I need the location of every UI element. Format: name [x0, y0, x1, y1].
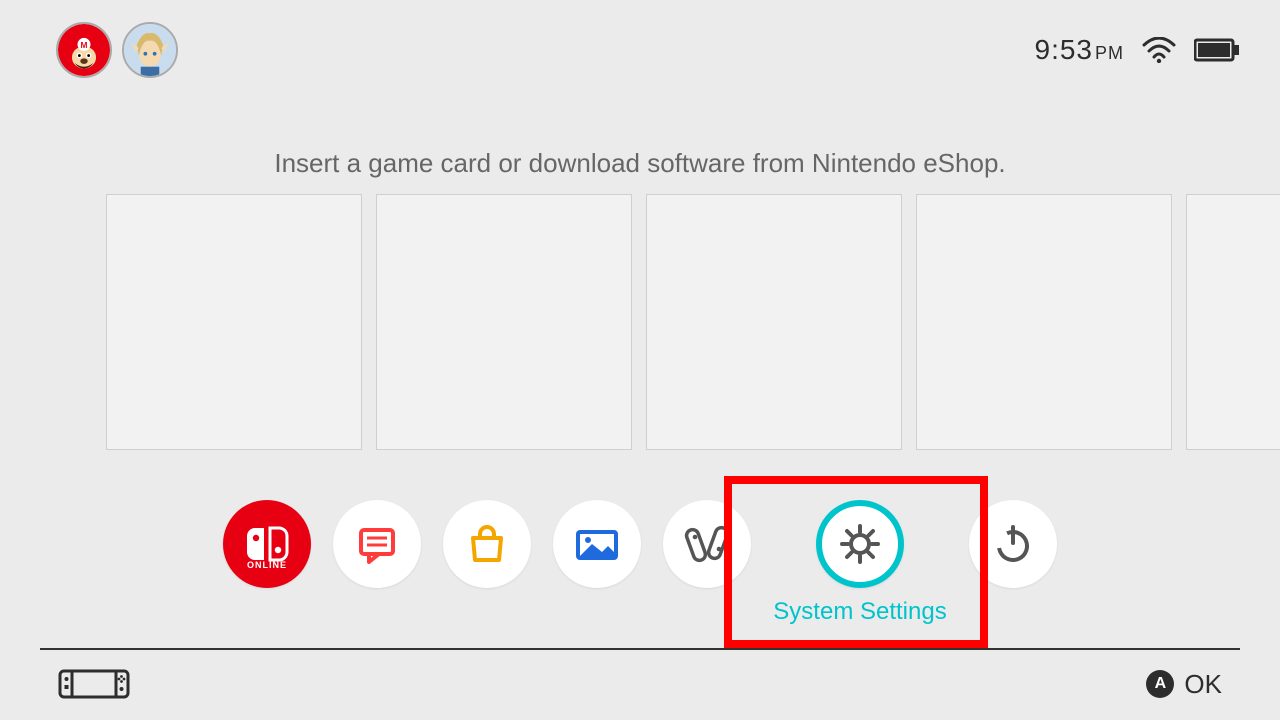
status-bar: 9:53PM	[1035, 34, 1241, 66]
game-tile-empty[interactable]	[916, 194, 1172, 450]
game-tile-empty[interactable]	[106, 194, 362, 450]
a-button-icon: A	[1146, 670, 1174, 698]
battery-icon	[1194, 38, 1240, 62]
online-sublabel: ONLINE	[247, 560, 287, 570]
dock-item-settings[interactable]: System Settings	[773, 500, 946, 626]
svg-text:M: M	[81, 40, 88, 50]
game-tiles-row	[106, 194, 1280, 450]
dock-item-album[interactable]	[553, 500, 641, 626]
footer: A OK	[0, 648, 1280, 720]
switch-online-icon: ONLINE	[239, 516, 295, 572]
game-tile-empty[interactable]	[1186, 194, 1280, 450]
clock: 9:53PM	[1035, 34, 1125, 66]
power-icon	[990, 521, 1036, 567]
wifi-icon	[1142, 37, 1176, 63]
album-icon	[572, 520, 622, 568]
shopping-bag-icon	[463, 520, 511, 568]
dock-item-online[interactable]: ONLINE	[223, 500, 311, 626]
dock-item-controllers[interactable]	[663, 500, 751, 626]
user-avatar-mario[interactable]: M	[56, 22, 112, 78]
ok-action[interactable]: A OK	[1146, 669, 1222, 700]
empty-state-hint: Insert a game card or download software …	[0, 148, 1280, 179]
ok-label: OK	[1184, 669, 1222, 700]
header: M 9:53PM	[0, 0, 1280, 100]
eshop-button[interactable]	[443, 500, 531, 588]
mario-icon: M	[58, 24, 110, 76]
settings-button[interactable]	[816, 500, 904, 588]
sleep-button[interactable]	[969, 500, 1057, 588]
dock-selected-label: System Settings	[773, 598, 946, 626]
album-button[interactable]	[553, 500, 641, 588]
game-tile-empty[interactable]	[646, 194, 902, 450]
clock-time: 9:53	[1035, 34, 1094, 65]
dock-item-news[interactable]	[333, 500, 421, 626]
controller-mode-icon[interactable]	[58, 667, 130, 701]
link-icon	[124, 24, 176, 76]
clock-ampm: PM	[1095, 43, 1124, 63]
user-avatars: M	[56, 22, 178, 78]
dock-item-sleep[interactable]	[969, 500, 1057, 626]
user-avatar-link[interactable]	[122, 22, 178, 78]
controllers-button[interactable]	[663, 500, 751, 588]
online-button[interactable]: ONLINE	[223, 500, 311, 588]
game-tile-empty[interactable]	[376, 194, 632, 450]
gear-icon	[836, 520, 884, 568]
news-button[interactable]	[333, 500, 421, 588]
news-icon	[353, 520, 401, 568]
home-dock: ONLINE	[0, 500, 1280, 626]
controller-icon	[682, 519, 732, 569]
dock-item-eshop[interactable]	[443, 500, 531, 626]
